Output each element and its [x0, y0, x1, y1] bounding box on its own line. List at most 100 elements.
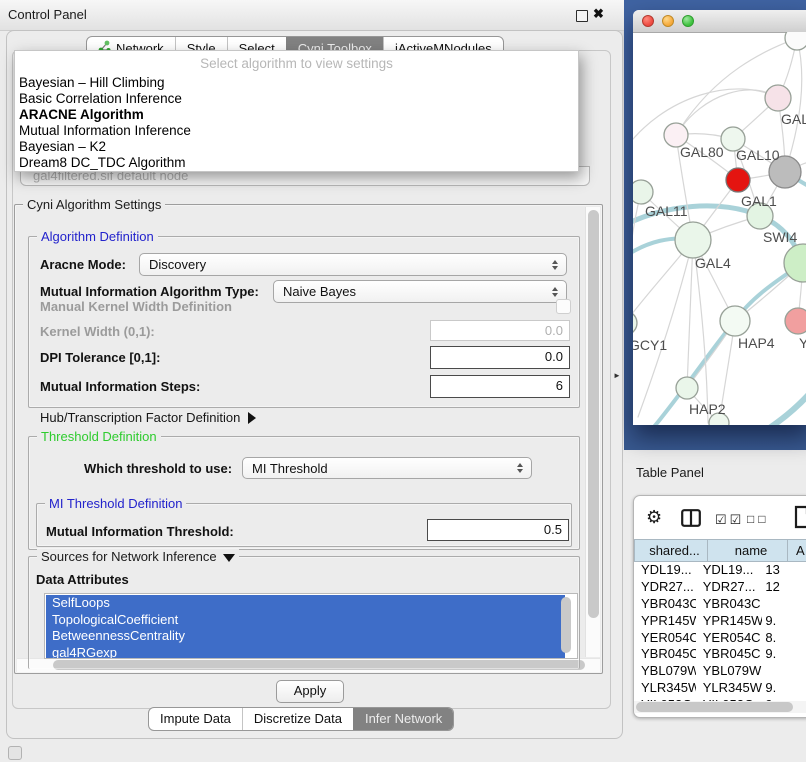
gear-icon[interactable]: ⚙ — [646, 507, 662, 528]
table-header-row[interactable]: shared...nameA — [634, 539, 806, 562]
table-cell: 9. — [762, 680, 806, 697]
network-node[interactable] — [633, 311, 637, 335]
which-threshold-select[interactable]: MI Threshold — [242, 457, 532, 479]
tab-impute-data[interactable]: Impute Data — [149, 708, 242, 730]
combo-stepper-icon — [547, 260, 566, 270]
table-row[interactable]: YBL079WYBL079W — [634, 663, 806, 680]
document-icon[interactable] — [794, 505, 806, 534]
hub-definition-section[interactable]: Hub/Transcription Factor Definition — [40, 410, 256, 425]
table-header-cell[interactable]: A — [788, 539, 806, 562]
algorithm-menu-item[interactable]: Bayesian – K2 — [15, 139, 578, 155]
dpi-tolerance-field[interactable]: 0.0 — [430, 346, 570, 369]
mi-threshold-field[interactable]: 0.5 — [427, 519, 569, 541]
network-window-titlebar[interactable] — [633, 10, 806, 33]
network-node-label: GAL11 — [645, 203, 688, 219]
algorithm-menu-item[interactable]: Dream8 DC_TDC Algorithm — [15, 155, 578, 171]
dpi-tolerance-label: DPI Tolerance [0,1]: — [40, 350, 160, 365]
network-node[interactable] — [785, 308, 806, 334]
mi-algorithm-type-select[interactable]: Naive Bayes — [273, 280, 567, 303]
attribute-list-item[interactable]: BetweennessCentrality — [46, 628, 565, 645]
manual-kernel-width-checkbox[interactable] — [556, 299, 571, 314]
attributes-scrollbar-thumb[interactable] — [561, 597, 571, 653]
threshold-definition-title: Threshold Definition — [37, 429, 161, 444]
table-cell: YPR145W — [696, 613, 763, 630]
algorithm-definition-title: Algorithm Definition — [37, 229, 158, 244]
table-cell: YBR045C — [634, 646, 696, 663]
table-cell: 8. — [762, 630, 806, 647]
collapse-right-icon[interactable] — [248, 412, 256, 424]
algorithm-dropdown-menu[interactable]: Select algorithm to view settings Bayesi… — [14, 50, 579, 172]
algorithm-dropdown-placeholder: Select algorithm to view settings — [15, 51, 578, 75]
deselect-all-checkboxes-icon[interactable]: □□ — [747, 512, 770, 526]
hub-definition-label: Hub/Transcription Factor Definition — [40, 410, 240, 425]
zoom-traffic-light-icon[interactable] — [682, 15, 694, 27]
aracne-mode-value: Discovery — [140, 257, 547, 272]
select-all-checkboxes-icon[interactable]: ☑☑ — [715, 512, 744, 528]
table-row[interactable]: YER054CYER054C8. — [634, 630, 806, 647]
table-scrollbar-thumb[interactable] — [636, 702, 793, 712]
collapsed-panel-icon[interactable] — [8, 746, 22, 760]
combo-stepper-icon — [547, 287, 566, 297]
data-attributes-list[interactable]: SelfLoopsTopologicalCoefficientBetweenne… — [44, 593, 578, 659]
algorithm-menu-item[interactable]: Mutual Information Inference — [15, 123, 578, 139]
apply-button[interactable]: Apply — [276, 680, 344, 703]
table-cell: 9. — [762, 646, 806, 663]
close-traffic-light-icon[interactable] — [642, 15, 654, 27]
network-node[interactable] — [726, 168, 750, 192]
network-canvas[interactable]: GALGAL80GAL10GAL1GAL11SWI4GAL4HAP4YGCY1H… — [633, 32, 806, 425]
table-cell: YBR043C — [696, 596, 763, 613]
table-header-cell[interactable]: shared... — [634, 539, 708, 562]
cyni-bottom-tabs: Impute Data Discretize Data Infer Networ… — [148, 707, 454, 731]
table-cell: YLR345W — [696, 680, 763, 697]
control-panel-titlebar[interactable]: Control Panel ✖ — [0, 0, 624, 31]
sources-group-title[interactable]: Sources for Network Inference — [37, 549, 239, 564]
network-node-label: HAP4 — [738, 335, 775, 351]
columns-icon[interactable] — [681, 509, 701, 532]
table-cell: YBR045C — [696, 646, 763, 663]
table-row[interactable]: YLR345WYLR345W9. — [634, 680, 806, 697]
settings-vertical-scrollbar[interactable] — [585, 207, 600, 657]
mi-algorithm-type-label: Mutual Information Algorithm Type: — [40, 284, 259, 299]
mi-steps-field[interactable]: 6 — [430, 375, 570, 398]
attribute-list-item[interactable]: gal4RGexp — [46, 645, 565, 660]
attribute-list-item[interactable]: TopologicalCoefficient — [46, 612, 565, 629]
attribute-list-item[interactable]: SelfLoops — [46, 595, 565, 612]
table-horizontal-scrollbar[interactable] — [634, 701, 806, 713]
attributes-selection: SelfLoopsTopologicalCoefficientBetweenne… — [46, 595, 565, 659]
network-node[interactable] — [785, 32, 806, 50]
network-node-label: HAP2 — [689, 401, 726, 417]
settings-vscrollbar-thumb[interactable] — [588, 210, 599, 618]
mi-steps-label: Mutual Information Steps: — [40, 379, 200, 394]
network-node[interactable] — [675, 222, 711, 258]
table-header-cell[interactable]: name — [708, 539, 788, 562]
algorithm-menu-item[interactable]: Bayesian – Hill Climbing — [15, 75, 578, 91]
tab-infer-network-label: Infer Network — [365, 711, 442, 726]
network-node[interactable] — [676, 377, 698, 399]
table-panel-title: Table Panel — [636, 465, 704, 480]
kernel-width-label: Kernel Width (0,1): — [40, 324, 155, 339]
table-row[interactable]: YDR27...YDR27...12 — [634, 579, 806, 596]
kernel-width-field[interactable]: 0.0 — [430, 320, 570, 341]
table-row[interactable]: YBR043CYBR043C — [634, 596, 806, 613]
table-row[interactable]: YDL19...YDL19...13 — [634, 562, 806, 579]
tab-infer-network[interactable]: Infer Network — [353, 708, 453, 730]
table-row[interactable]: YPR145WYPR145W9. — [634, 613, 806, 630]
float-window-button[interactable] — [576, 10, 588, 22]
table-cell — [762, 596, 806, 613]
network-node[interactable] — [720, 306, 750, 336]
tab-discretize-data[interactable]: Discretize Data — [242, 708, 353, 730]
algorithm-menu-item[interactable]: ARACNE Algorithm — [15, 107, 578, 123]
collapse-down-icon[interactable] — [223, 554, 235, 562]
table-row[interactable]: YBR045CYBR045C9. — [634, 646, 806, 663]
network-view-window[interactable]: GALGAL80GAL10GAL1GAL11SWI4GAL4HAP4YGCY1H… — [633, 10, 806, 425]
table-panel-window[interactable]: ⚙ ☑☑ □□ shared...nameA YDL19...YDL19...1… — [633, 495, 806, 718]
network-node[interactable] — [633, 180, 653, 204]
algorithm-menu-item[interactable]: Basic Correlation Inference — [15, 91, 578, 107]
table-body[interactable]: YDL19...YDL19...13YDR27...YDR27...12YBR0… — [634, 562, 806, 704]
sources-title-text: Sources for Network Inference — [41, 549, 217, 564]
aracne-mode-select[interactable]: Discovery — [139, 253, 567, 276]
close-panel-button[interactable]: ✖ — [593, 6, 604, 22]
table-cell: YDR27... — [696, 579, 763, 596]
minimize-traffic-light-icon[interactable] — [662, 15, 674, 27]
network-node[interactable] — [765, 85, 791, 111]
